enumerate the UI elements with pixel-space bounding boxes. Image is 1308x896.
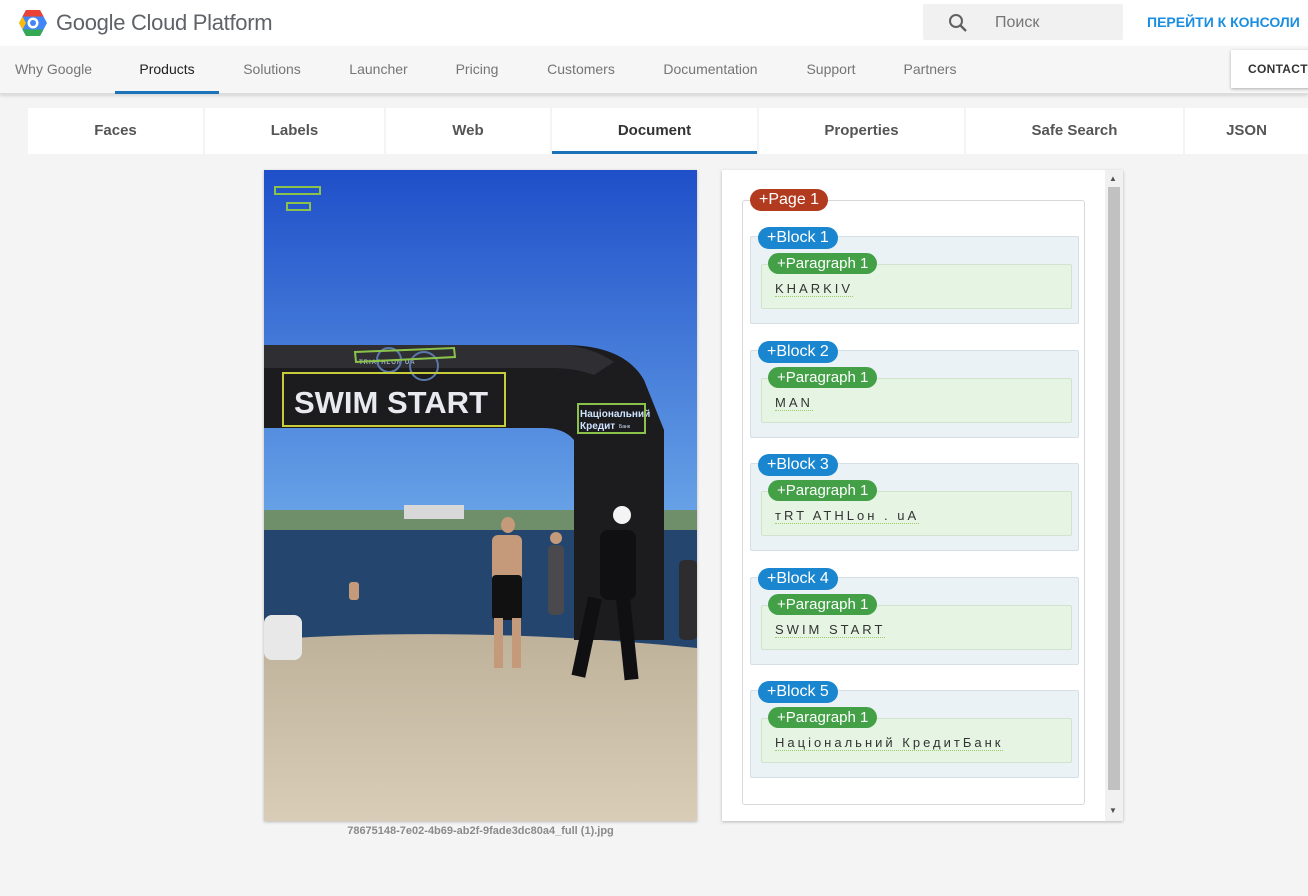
tab-faces[interactable]: Faces [28, 108, 203, 154]
nav-solutions[interactable]: Solutions [231, 46, 313, 94]
tab-properties[interactable]: Properties [759, 108, 964, 154]
tab-labels[interactable]: Labels [205, 108, 384, 154]
block-4: SWIM START +Block 4 +Paragraph 1 [750, 568, 1079, 665]
tab-json[interactable]: JSON [1185, 108, 1308, 154]
block-1: KHARKIV +Block 1 +Paragraph 1 [750, 227, 1079, 324]
tab-safe-search[interactable]: Safe Search [966, 108, 1183, 154]
go-to-console-link[interactable]: ПЕРЕЙТИ К КОНСОЛИ [1147, 14, 1300, 30]
tab-document[interactable]: Document [552, 108, 757, 154]
search-input[interactable]: Поиск [923, 4, 1123, 40]
block-pill[interactable]: +Block 5 [758, 681, 838, 703]
top-bar: Google Cloud Platform Поиск ПЕРЕЙТИ К КО… [0, 0, 1308, 46]
block-pill[interactable]: +Block 1 [758, 227, 838, 249]
nav-launcher[interactable]: Launcher [338, 46, 419, 94]
block-3: тRT ATHLон . uA +Block 3 +Paragraph 1 [750, 454, 1079, 551]
search-placeholder: Поиск [995, 14, 1040, 31]
block-pill[interactable]: +Block 2 [758, 341, 838, 363]
paragraph-text: тRT ATHLон . uA [775, 508, 920, 524]
scroll-down-icon[interactable]: ▼ [1109, 806, 1117, 815]
image-filename: 78675148-7e02-4b69-ab2f-9fade3dc80a4_ful… [347, 825, 614, 837]
nav-customers[interactable]: Customers [537, 46, 625, 94]
paragraph-text: KHARKIV [775, 281, 854, 297]
scroll-up-icon[interactable]: ▲ [1109, 174, 1117, 183]
nav-why-google[interactable]: Why Google [0, 46, 107, 94]
block-2: MAN +Block 2 +Paragraph 1 [750, 341, 1079, 438]
paragraph-pill[interactable]: +Paragraph 1 [768, 594, 878, 615]
logo-text: Google Cloud Platform [56, 10, 273, 35]
banner-text: SWIM START [294, 385, 488, 420]
nav-pricing[interactable]: Pricing [444, 46, 510, 94]
triathlon-photo: SWIM START Національний Кредит Банк TRIA… [264, 170, 697, 821]
gcp-logo[interactable]: Google Cloud Platform [18, 9, 273, 37]
main-nav: Why Google Products Solutions Launcher P… [0, 46, 1308, 94]
block-pill[interactable]: +Block 3 [758, 454, 838, 476]
nav-products[interactable]: Products [115, 46, 219, 94]
analyzed-image: SWIM START Національний Кредит Банк TRIA… [264, 170, 697, 821]
paragraph-text: SWIM START [775, 622, 886, 638]
block-5: Національний КредитБанк +Block 5 +Paragr… [750, 681, 1079, 778]
paragraph-text: Національний КредитБанк [775, 735, 1004, 751]
nav-support[interactable]: Support [796, 46, 866, 94]
sponsor-text-small: Банк [619, 424, 631, 430]
paragraph-pill[interactable]: +Paragraph 1 [768, 480, 878, 501]
block-pill[interactable]: +Block 4 [758, 568, 838, 590]
tab-web[interactable]: Web [386, 108, 550, 154]
results-panel: +Page 1 KHARKIV +Block 1 +Paragraph 1 MA… [722, 170, 1123, 821]
sponsor-text-line1: Національний [580, 409, 650, 420]
gcp-hexagon-icon [19, 10, 47, 36]
nav-partners[interactable]: Partners [894, 46, 966, 94]
page-pill[interactable]: +Page 1 [750, 189, 829, 211]
scrollbar-thumb[interactable] [1108, 187, 1120, 790]
nav-documentation[interactable]: Documentation [652, 46, 769, 94]
paragraph-pill[interactable]: +Paragraph 1 [768, 253, 878, 274]
sponsor-text-line2: Кредит [580, 421, 615, 432]
contact-button[interactable]: CONTACT [1231, 50, 1308, 88]
paragraph-text: MAN [775, 395, 813, 411]
paragraph-pill[interactable]: +Paragraph 1 [768, 367, 878, 388]
feature-tabs: Faces Labels Web Document Properties Saf… [28, 108, 1308, 154]
search-icon [949, 14, 967, 32]
paragraph-pill[interactable]: +Paragraph 1 [768, 707, 878, 728]
